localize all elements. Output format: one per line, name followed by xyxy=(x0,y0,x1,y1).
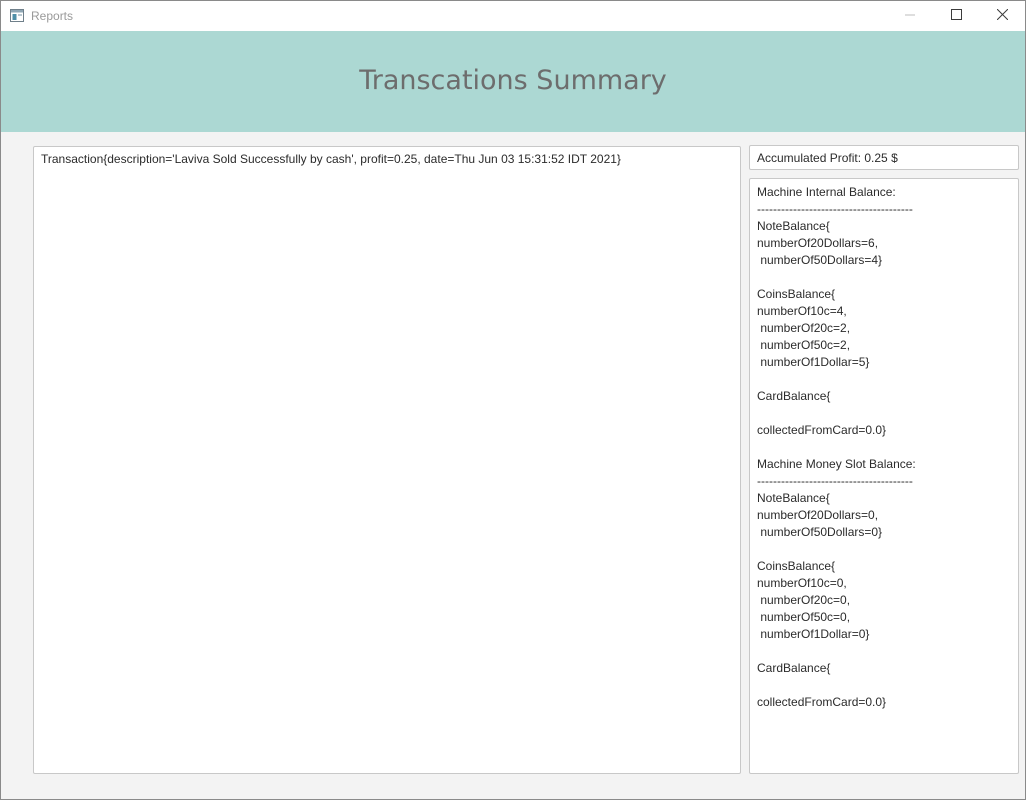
transaction-line: Transaction{description='Laviva Sold Suc… xyxy=(41,152,621,166)
balance-line: CoinsBalance{ xyxy=(757,559,836,573)
maximize-icon xyxy=(950,7,962,25)
balance-line: CoinsBalance{ xyxy=(757,287,836,301)
balance-line: NoteBalance{ xyxy=(757,219,830,233)
page-title: Transcations Summary xyxy=(359,65,667,96)
balance-line: collectedFromCard=0.0} xyxy=(757,423,887,437)
balance-line: collectedFromCard=0.0} xyxy=(757,695,887,709)
balance-line: numberOf20Dollars=0, xyxy=(757,508,879,522)
balance-line: numberOf50Dollars=0} xyxy=(757,525,883,539)
balance-line xyxy=(757,677,1011,694)
transactions-text-area[interactable]: Transaction{description='Laviva Sold Suc… xyxy=(33,146,741,774)
balance-line: Machine Internal Balance: xyxy=(757,185,896,199)
balance-line: numberOf50c=0, xyxy=(757,610,851,624)
balance-line xyxy=(757,405,1011,422)
balance-line: --------------------------------------- xyxy=(757,474,913,488)
balance-line: numberOf1Dollar=5} xyxy=(757,355,870,369)
balance-line xyxy=(757,643,1011,660)
close-icon xyxy=(996,7,1008,25)
balance-line xyxy=(757,541,1011,558)
balance-line: numberOf50c=2, xyxy=(757,338,851,352)
close-button[interactable] xyxy=(979,1,1025,31)
balance-line: --------------------------------------- xyxy=(757,202,913,216)
balance-line: numberOf20c=0, xyxy=(757,593,851,607)
balance-line: numberOf1Dollar=0} xyxy=(757,627,870,641)
title-bar[interactable]: Reports xyxy=(1,1,1025,31)
reports-window: Reports Transcations Summary Transaction… xyxy=(0,0,1026,800)
balance-line: NoteBalance{ xyxy=(757,491,830,505)
balance-line xyxy=(757,371,1011,388)
balance-line xyxy=(757,269,1011,286)
balance-line: numberOf50Dollars=4} xyxy=(757,253,883,267)
balance-line: numberOf20c=2, xyxy=(757,321,851,335)
window-title: Reports xyxy=(31,9,74,23)
balance-line xyxy=(757,439,1011,456)
balance-line: numberOf10c=4, xyxy=(757,304,847,318)
balance-line: Machine Money Slot Balance: xyxy=(757,457,916,471)
balance-line: CardBalance{ xyxy=(757,661,831,675)
balance-line: numberOf20Dollars=6, xyxy=(757,236,879,250)
machine-balance-text-area[interactable]: Machine Internal Balance: --------------… xyxy=(749,178,1019,774)
accumulated-profit-field[interactable]: Accumulated Profit: 0.25 $ xyxy=(749,145,1019,170)
maximize-button[interactable] xyxy=(933,1,979,31)
app-window-icon xyxy=(10,9,24,22)
minimize-icon xyxy=(905,7,915,25)
balance-line: numberOf10c=0, xyxy=(757,576,847,590)
balance-line: CardBalance{ xyxy=(757,389,831,403)
header-banner: Transcations Summary xyxy=(1,31,1025,132)
minimize-button[interactable] xyxy=(887,1,933,31)
